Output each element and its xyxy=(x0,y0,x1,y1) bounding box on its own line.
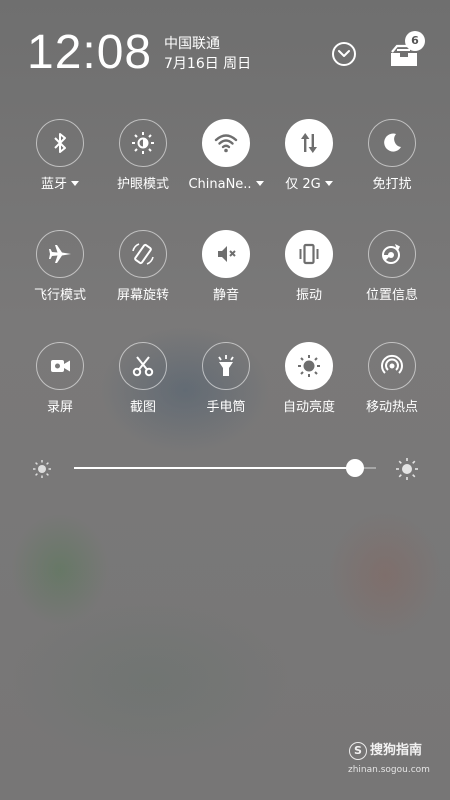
toggle-button[interactable] xyxy=(119,342,167,390)
toggle-button[interactable] xyxy=(119,230,167,278)
toggle-button[interactable] xyxy=(368,342,416,390)
toggle-label: 护眼模式 xyxy=(116,177,169,192)
vibrate-icon xyxy=(296,241,322,267)
toggle-mobile-data[interactable]: 仅 2G xyxy=(266,119,352,219)
toggle-moon[interactable]: 免打扰 xyxy=(349,119,435,219)
screen-record-icon xyxy=(47,353,73,379)
mute-icon xyxy=(213,241,239,267)
wifi-icon xyxy=(213,130,239,156)
airplane-icon xyxy=(47,241,73,267)
toggle-bluetooth[interactable]: 蓝牙 xyxy=(17,119,103,219)
toggle-button[interactable] xyxy=(36,342,84,390)
brightness-high-icon xyxy=(396,458,418,480)
brightness-slider-fill xyxy=(74,467,355,469)
toggle-button[interactable] xyxy=(119,119,167,167)
chevron-down-icon xyxy=(338,50,350,57)
moon-icon xyxy=(379,130,405,156)
notification-shade: 12:08 中国联通 7月16日 周日 6 蓝牙 护眼模式 ChinaNe.. 仅 2… xyxy=(0,0,450,800)
watermark-url: zhinan.sogou.com xyxy=(348,765,430,775)
brightness-low-icon xyxy=(33,460,51,478)
toggle-button[interactable] xyxy=(285,119,333,167)
notification-count-badge: 6 xyxy=(405,31,425,51)
flashlight-icon xyxy=(213,353,239,379)
expand-shade-button[interactable] xyxy=(332,42,356,66)
toggle-label: 录屏 xyxy=(46,400,73,415)
toggle-button[interactable] xyxy=(202,119,250,167)
dropdown-caret-icon[interactable] xyxy=(255,181,264,186)
toggle-button[interactable] xyxy=(368,230,416,278)
eye-care-icon xyxy=(130,130,156,156)
toggle-label: 位置信息 xyxy=(365,288,418,303)
toggle-button[interactable] xyxy=(285,342,333,390)
toggle-label: 飞行模式 xyxy=(33,288,86,303)
dropdown-caret-icon[interactable] xyxy=(71,181,79,186)
toggle-label: 屏幕旋转 xyxy=(116,288,169,303)
scissors-icon xyxy=(130,353,156,379)
toggle-button[interactable] xyxy=(202,230,250,278)
toggle-label: 仅 2G xyxy=(285,177,321,192)
toggle-button[interactable] xyxy=(202,342,250,390)
toggle-button[interactable] xyxy=(368,119,416,167)
hotspot-icon xyxy=(379,353,405,379)
toggle-flashlight[interactable]: 手电筒 xyxy=(183,342,269,442)
toggle-label: 截图 xyxy=(129,400,156,415)
date-label: 7月16日 周日 xyxy=(164,56,252,72)
clock-time: 12:08 xyxy=(27,26,153,79)
dropdown-caret-icon[interactable] xyxy=(324,181,333,186)
brightness-slider[interactable] xyxy=(74,459,376,477)
location-icon xyxy=(379,241,405,267)
toggle-scissors[interactable]: 截图 xyxy=(100,342,186,442)
toggle-label: 静音 xyxy=(212,288,239,303)
toggle-auto-brightness[interactable]: 自动亮度 xyxy=(266,342,352,442)
toggle-eye-care[interactable]: 护眼模式 xyxy=(100,119,186,219)
toggle-label: ChinaNe.. xyxy=(188,177,252,192)
toggle-airplane[interactable]: 飞行模式 xyxy=(17,230,103,330)
toggle-label: 免打扰 xyxy=(372,177,412,192)
toggle-label: 移动热点 xyxy=(365,400,418,415)
toggle-location[interactable]: 位置信息 xyxy=(349,230,435,330)
toggle-hotspot[interactable]: 移动热点 xyxy=(349,342,435,442)
auto-brightness-icon xyxy=(296,353,322,379)
brightness-slider-thumb[interactable] xyxy=(346,459,364,477)
toggle-label: 自动亮度 xyxy=(282,400,335,415)
toggle-label: 蓝牙 xyxy=(40,177,67,192)
watermark-name: 搜狗指南 xyxy=(370,743,423,758)
carrier-name: 中国联通 xyxy=(164,36,220,52)
toggle-mute[interactable]: 静音 xyxy=(183,230,269,330)
toggle-button[interactable] xyxy=(285,230,333,278)
sogou-logo: S xyxy=(349,742,367,760)
toggle-vibrate[interactable]: 振动 xyxy=(266,230,352,330)
toggle-rotate[interactable]: 屏幕旋转 xyxy=(100,230,186,330)
toggle-button[interactable] xyxy=(36,119,84,167)
toggle-label: 手电筒 xyxy=(206,400,246,415)
rotate-icon xyxy=(130,241,156,267)
toggle-screen-record[interactable]: 录屏 xyxy=(17,342,103,442)
toggle-label: 振动 xyxy=(295,288,322,303)
mobile-data-icon xyxy=(296,130,322,156)
toggle-wifi[interactable]: ChinaNe.. xyxy=(183,119,269,219)
toggle-button[interactable] xyxy=(36,230,84,278)
bluetooth-icon xyxy=(47,130,73,156)
